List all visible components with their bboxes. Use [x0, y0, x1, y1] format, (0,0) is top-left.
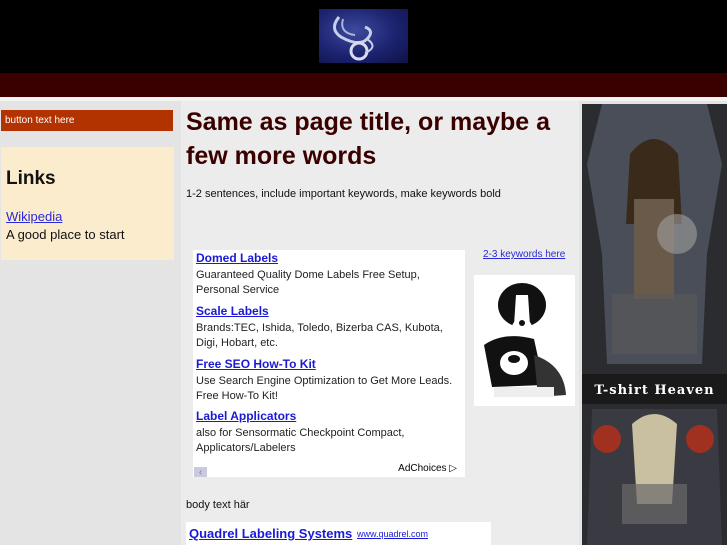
ad-title-link[interactable]: Free SEO How-To Kit: [196, 357, 461, 371]
nav-bar: [0, 73, 727, 97]
ad-title-link[interactable]: Label Applicators: [196, 409, 461, 423]
sidebar-button[interactable]: button text here: [1, 110, 173, 131]
adchoices-link[interactable]: AdChoices ▷: [398, 463, 457, 474]
body-text: body text här: [186, 499, 250, 511]
keywords-link[interactable]: 2-3 keywords here: [483, 249, 565, 260]
ad-item: Free SEO How-To Kit Use Search Engine Op…: [196, 357, 461, 404]
dog-image: [474, 275, 575, 406]
sponsor-ad: Quadrel Labeling Systems www.quadrel.com: [186, 522, 491, 545]
tshirt-banner-ad[interactable]: T-shirt Heaven: [582, 104, 727, 545]
links-box: Links Wikipedia A good place to start: [1, 147, 174, 260]
ad-item: Domed Labels Guaranteed Quality Dome Lab…: [196, 251, 461, 298]
ad-title-link[interactable]: Scale Labels: [196, 304, 461, 318]
page-title: Same as page title, or maybe a few more …: [186, 108, 551, 170]
ad-description: Brands:TEC, Ishida, Toledo, Bizerba CAS,…: [196, 322, 443, 349]
ad-item: Label Applicators also for Sensormatic C…: [196, 409, 461, 456]
sponsor-url-link[interactable]: www.quadrel.com: [357, 529, 428, 539]
link-description: A good place to start: [6, 227, 125, 242]
ad-nav: ‹›: [194, 462, 222, 477]
adchoices-label: AdChoices: [398, 463, 447, 474]
banner-caption: T-shirt Heaven: [594, 383, 715, 398]
main-content: Same as page title, or maybe a few more …: [181, 101, 579, 545]
header-bar: [0, 0, 727, 73]
ad-description: also for Sensormatic Checkpoint Compact,…: [196, 427, 405, 454]
ad-item: Scale Labels Brands:TEC, Ishida, Toledo,…: [196, 304, 461, 351]
sponsor-title-link[interactable]: Quadrel Labeling Systems: [189, 526, 352, 541]
intro-text: 1-2 sentences, include important keyword…: [186, 188, 501, 200]
ad-title-link[interactable]: Domed Labels: [196, 251, 461, 265]
prev-ad-icon[interactable]: ‹: [194, 467, 207, 477]
wikipedia-link[interactable]: Wikipedia: [6, 209, 62, 224]
stethoscope-logo-icon[interactable]: [319, 9, 408, 63]
links-heading: Links: [6, 168, 56, 189]
ad-description: Guaranteed Quality Dome Labels Free Setu…: [196, 269, 420, 296]
adchoices-icon: ▷: [449, 463, 457, 474]
ad-description: Use Search Engine Optimization to Get Mo…: [196, 375, 453, 402]
ad-unit: Domed Labels Guaranteed Quality Dome Lab…: [193, 250, 465, 477]
